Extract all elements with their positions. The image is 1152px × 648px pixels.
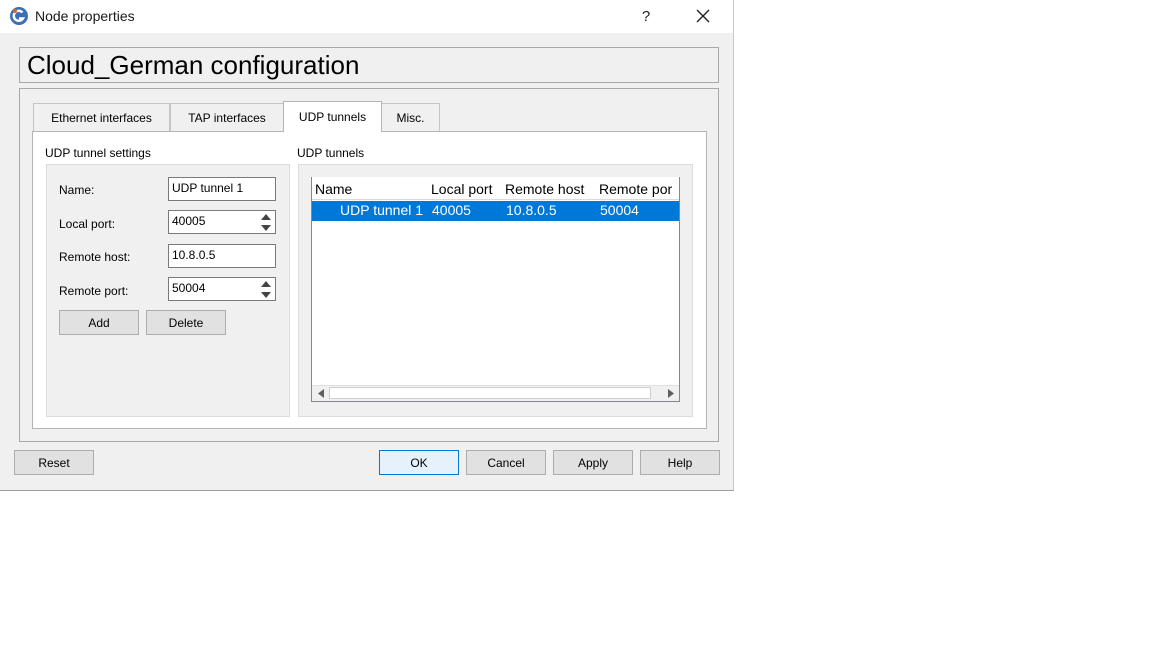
tab-ethernet-interfaces[interactable]: Ethernet interfaces (33, 103, 170, 131)
apply-button[interactable]: Apply (553, 450, 633, 475)
scroll-right-icon (667, 388, 674, 398)
delete-button[interactable]: Delete (146, 310, 226, 335)
spin-down-icon (261, 291, 271, 298)
table-cell-remote-host: 10.8.0.5 (506, 202, 557, 218)
remote-port-spin-down[interactable] (258, 289, 274, 300)
remote-host-input[interactable]: 10.8.0.5 (168, 244, 276, 268)
name-input[interactable]: UDP tunnel 1 (168, 177, 276, 201)
close-button[interactable] (684, 2, 722, 30)
help-button[interactable]: Help (640, 450, 720, 475)
local-port-spin-down[interactable] (258, 222, 274, 233)
column-header-name[interactable]: Name (312, 177, 429, 200)
tab-misc[interactable]: Misc. (381, 103, 440, 131)
context-help-button[interactable]: ? (628, 2, 664, 30)
spin-down-icon (261, 224, 271, 231)
reset-button[interactable]: Reset (14, 450, 94, 475)
remote-port-label: Remote port: (59, 284, 129, 298)
window-title: Node properties (35, 8, 135, 24)
ok-button[interactable]: OK (379, 450, 459, 475)
page-title: Cloud_German configuration (27, 50, 360, 80)
spin-up-icon (261, 280, 271, 287)
remote-port-spin-up[interactable] (258, 278, 274, 289)
column-header-remote-port[interactable]: Remote por (596, 177, 679, 200)
column-header-remote-host[interactable]: Remote host (502, 177, 597, 200)
local-port-label: Local port: (59, 217, 116, 231)
table-cell-local-port: 40005 (432, 202, 471, 218)
scrollbar-thumb[interactable] (329, 387, 651, 399)
add-button[interactable]: Add (59, 310, 139, 335)
scroll-left-button[interactable] (313, 386, 328, 400)
tab-udp-tunnels[interactable]: UDP tunnels (283, 101, 382, 132)
local-port-spin-up[interactable] (258, 211, 274, 222)
settings-group-label: UDP tunnel settings (45, 146, 151, 160)
scroll-right-button[interactable] (663, 386, 678, 400)
node-properties-dialog: Node properties ? Cloud_German configura… (0, 0, 734, 491)
name-label: Name: (59, 183, 95, 197)
table-cell-name: UDP tunnel 1 (340, 202, 424, 218)
spin-up-icon (261, 213, 271, 220)
app-icon (9, 6, 29, 26)
table-cell-remote-port: 50004 (600, 202, 639, 218)
column-header-local-port[interactable]: Local port (428, 177, 503, 200)
remote-host-label: Remote host: (59, 250, 131, 264)
close-icon (696, 9, 710, 23)
scroll-left-icon (317, 388, 324, 398)
tunnels-group-label: UDP tunnels (297, 146, 365, 160)
cancel-button[interactable]: Cancel (466, 450, 546, 475)
tab-tap-interfaces[interactable]: TAP interfaces (170, 103, 284, 131)
